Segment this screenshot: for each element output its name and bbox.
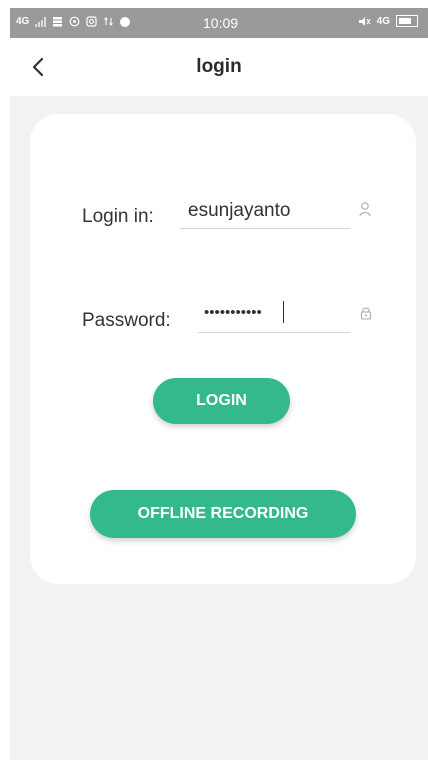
network-type-right: 4G [376, 15, 390, 27]
instagram-icon [86, 16, 97, 27]
whatsapp-icon [69, 16, 80, 27]
text-cursor [283, 301, 284, 323]
login-card: Login in: esunjayanto Password: ••••••••… [30, 114, 416, 584]
header-bar: login [10, 38, 428, 96]
status-time: 10:09 [203, 15, 239, 31]
status-bar: 4G 10:09 4G [10, 8, 428, 38]
login-input-value: esunjayanto [188, 200, 291, 221]
signal-icon [35, 16, 47, 27]
user-icon [359, 202, 371, 217]
data-transfer-icon [104, 17, 114, 26]
status-right-icons: 4G [358, 15, 418, 27]
password-field[interactable]: ••••••••••• [198, 298, 350, 333]
storage-icon [53, 17, 63, 27]
app-screen: 4G 10:09 4G login Login in: esunjayanto [10, 8, 428, 760]
lock-icon [360, 307, 372, 320]
password-label: Password: [82, 310, 171, 331]
mute-icon [358, 16, 371, 26]
network-type-left: 4G [16, 16, 30, 27]
notification-dot-icon [120, 16, 131, 27]
login-field[interactable]: esunjayanto [180, 194, 350, 229]
offline-recording-button[interactable]: OFFLINE RECORDING [90, 490, 356, 538]
login-button[interactable]: LOGIN [153, 378, 290, 424]
battery-icon [396, 15, 418, 27]
page-title: login [196, 56, 242, 77]
status-left-icons: 4G [16, 16, 131, 27]
login-label: Login in: [82, 206, 154, 227]
password-input-value: ••••••••••• [204, 304, 262, 321]
